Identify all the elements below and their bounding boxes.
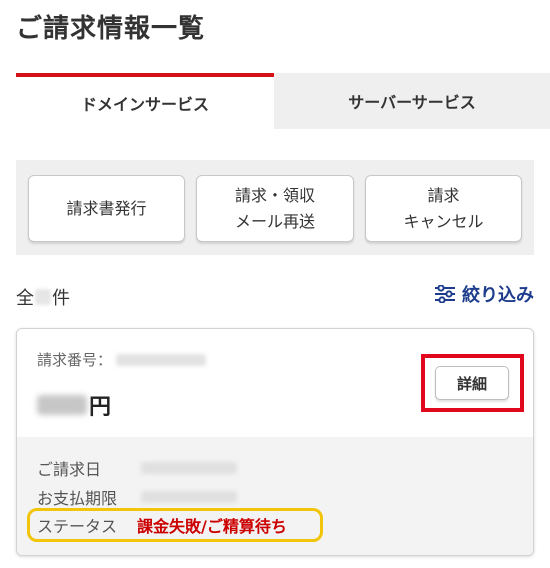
invoice-amount: 円: [37, 389, 111, 421]
billing-date-redacted: [141, 462, 237, 474]
filter-sliders-icon: [435, 285, 455, 303]
amount-redacted: [37, 395, 87, 415]
due-date-row: お支払期限: [37, 485, 237, 509]
count-suffix: 件: [52, 288, 70, 309]
invoice-number-redacted: [116, 353, 207, 366]
issue-invoice-button[interactable]: 請求書発行: [28, 175, 185, 242]
resend-receipt-label: 請求・領収 メール再送: [234, 185, 315, 231]
invoice-number: 請求番号：: [37, 349, 207, 370]
count-prefix: 全: [16, 288, 34, 309]
status-row: ステータス 課金失敗/ご精算待ち: [37, 513, 287, 537]
billing-date-label: ご請求日: [37, 460, 102, 479]
invoice-number-label: 請求番号：: [37, 351, 113, 369]
action-button-panel: 請求書発行 請求・領収 メール再送 請求 キャンセル: [16, 160, 534, 255]
billing-date-row: ご請求日: [37, 456, 237, 480]
detail-button[interactable]: 詳細: [435, 366, 509, 400]
detail-highlight-box: 詳細: [421, 354, 524, 412]
due-date-redacted: [141, 491, 237, 503]
filter-button[interactable]: 絞り込み: [434, 281, 534, 307]
result-count: 全 件: [16, 284, 70, 310]
cancel-invoice-label: 請求 キャンセル: [403, 185, 484, 231]
service-tabs: ドメインサービス サーバーサービス: [16, 73, 550, 129]
tab-domain-service[interactable]: ドメインサービス: [16, 73, 274, 129]
due-date-label: お支払期限: [37, 489, 118, 508]
cancel-invoice-button[interactable]: 請求 キャンセル: [365, 175, 522, 242]
page-title: ご請求情報一覧: [16, 14, 206, 44]
filter-label: 絞り込み: [462, 285, 534, 306]
tab-server-service[interactable]: サーバーサービス: [274, 73, 550, 129]
invoice-card: 請求番号： 円 詳細 ご請求日 お支払期限 ステータス 課金失敗/ご精算待ち: [16, 328, 534, 556]
amount-currency: 円: [89, 395, 112, 420]
count-redacted: [35, 289, 51, 305]
status-label: ステータス: [37, 517, 118, 536]
resend-receipt-email-button[interactable]: 請求・領収 メール再送: [196, 175, 354, 242]
invoice-card-header: 請求番号： 円 詳細: [17, 329, 533, 437]
issue-invoice-label: 請求書発行: [66, 198, 147, 218]
status-badge: 課金失敗/ご精算待ち: [137, 517, 287, 536]
